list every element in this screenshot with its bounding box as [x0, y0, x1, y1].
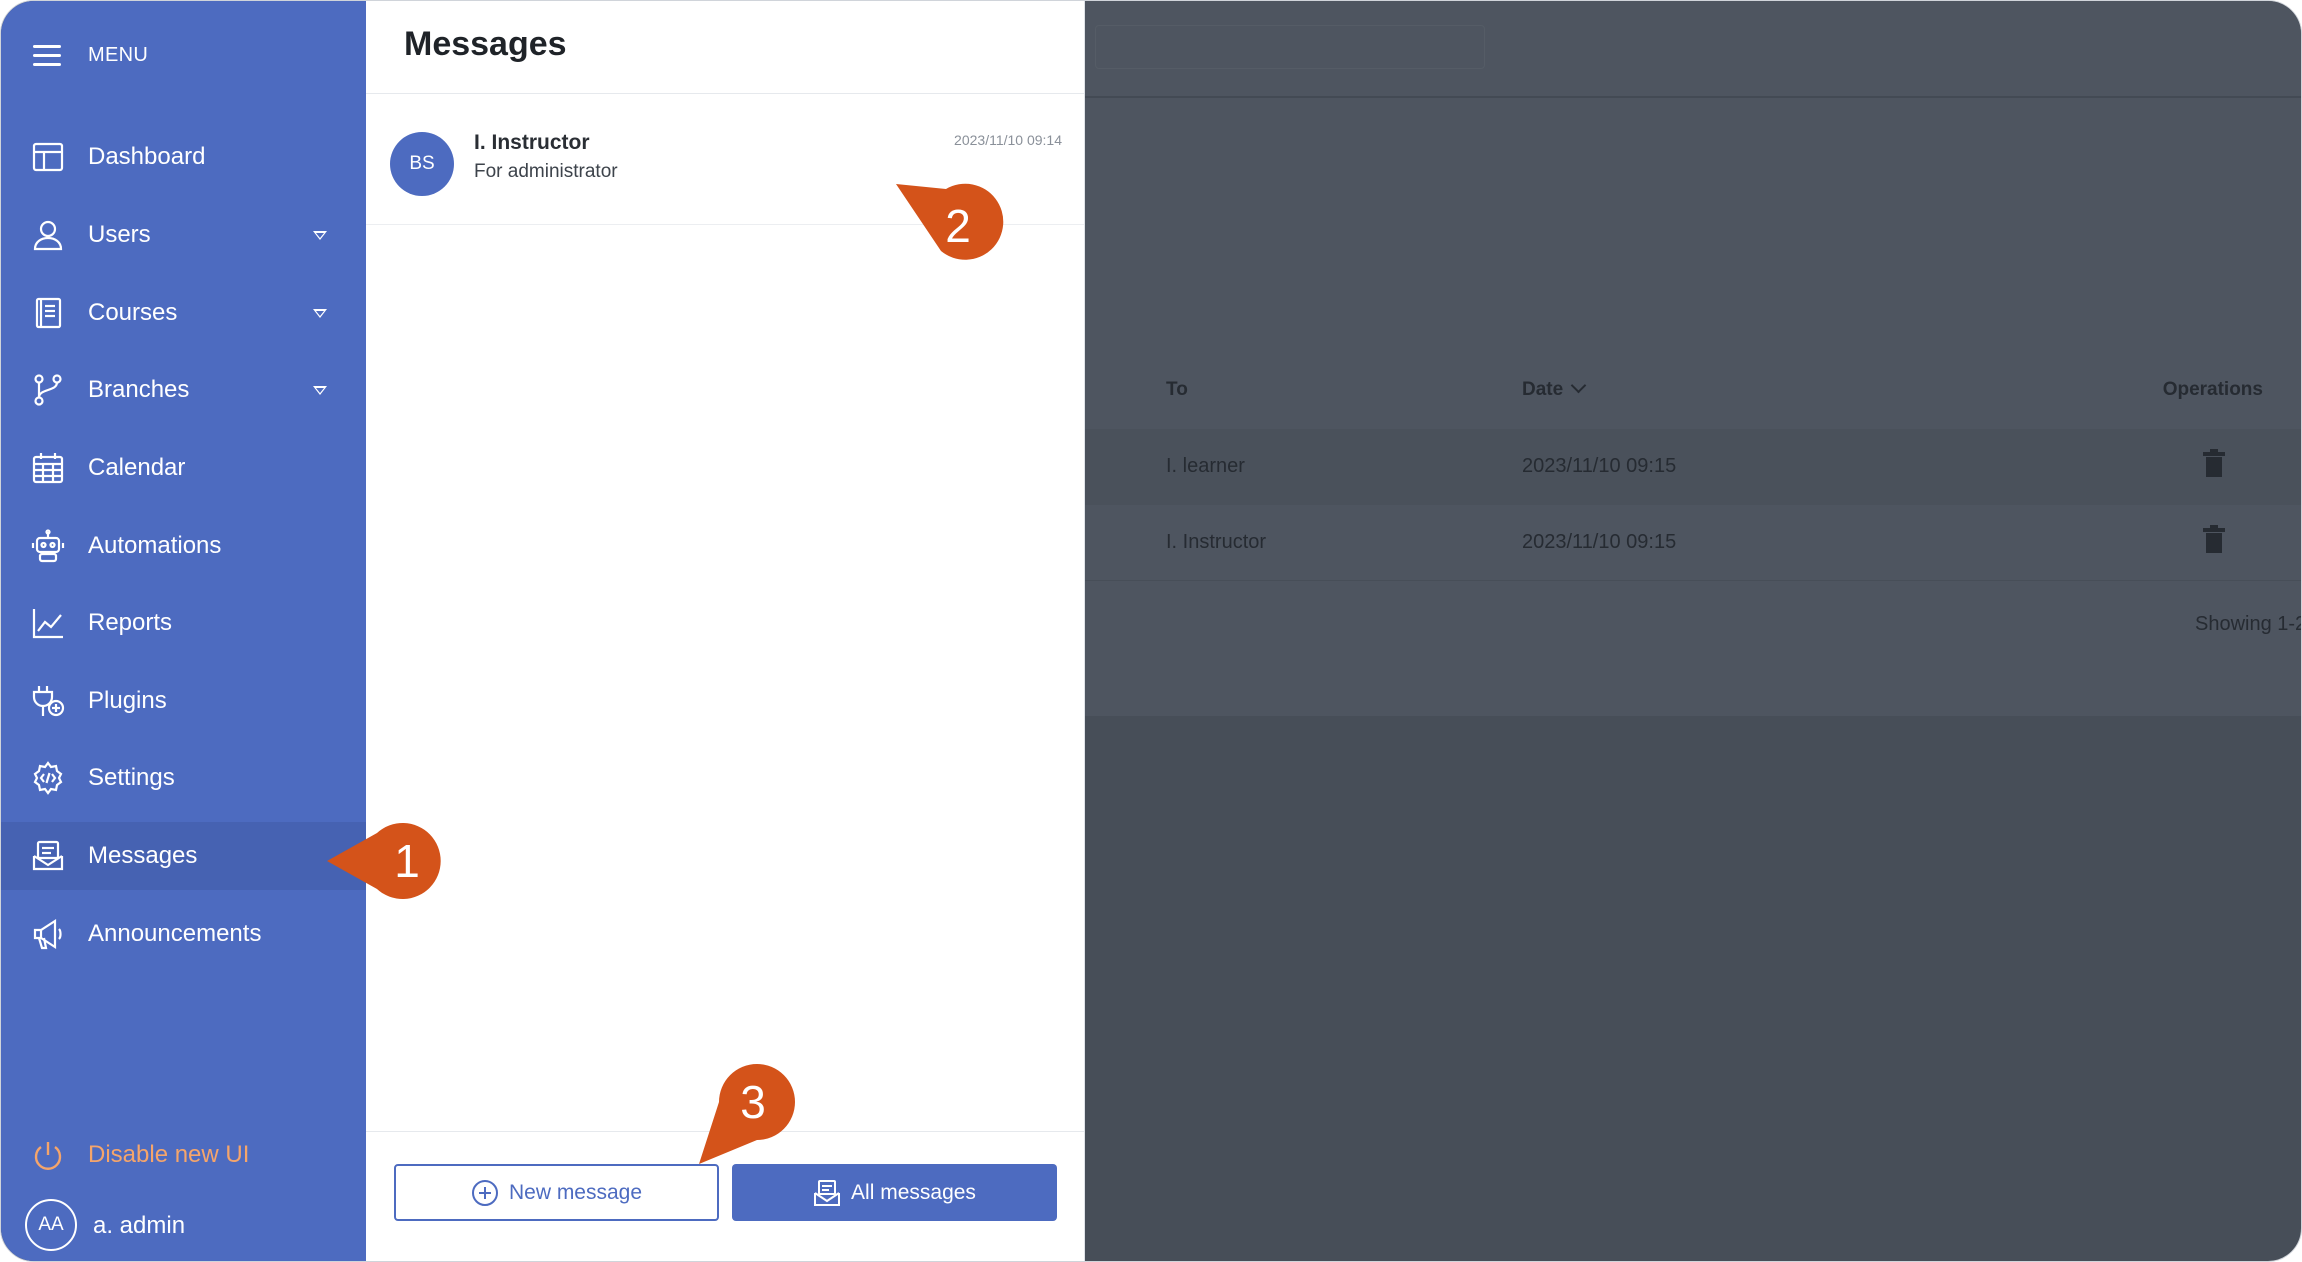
column-header-operations: Operations [2162, 379, 2263, 400]
pagination-summary: Showing 1-2 [2195, 613, 2302, 635]
sidebar-item-messages[interactable]: Messages [1, 822, 366, 890]
cell-date: 2023/11/10 09:15 [1522, 455, 1677, 477]
sidebar: MENU Dashboard Users Courses Branches Ca… [1, 1, 366, 1261]
sort-chevron-icon [1570, 377, 1587, 394]
sidebar-item-calendar[interactable]: Calendar [1, 434, 366, 502]
sidebar-item-label: Announcements [88, 920, 262, 947]
disable-new-ui-label: Disable new UI [88, 1141, 250, 1168]
column-header-date-label: Date [1522, 379, 1564, 400]
plus-circle-icon [471, 1179, 498, 1206]
caret-down-icon [313, 309, 327, 318]
cell-date: 2023/11/10 09:15 [1522, 531, 1677, 553]
sidebar-item-label: Messages [88, 842, 198, 869]
caret-down-icon [313, 386, 327, 395]
callout-number: 1 [394, 835, 420, 887]
sidebar-item-automations[interactable]: Automations [1, 512, 366, 580]
sidebar-item-announcements[interactable]: Announcements [1, 900, 366, 968]
sidebar-item-settings[interactable]: Settings [1, 744, 366, 812]
cell-to: I. Instructor [1166, 531, 1267, 553]
chart-line-icon [31, 606, 65, 640]
dashboard-icon [31, 140, 65, 174]
user-icon [31, 218, 65, 252]
table-row[interactable]: I. Instructor 2023/11/10 09:15 [1085, 505, 2301, 581]
panel-title: Messages [404, 25, 567, 63]
sidebar-item-dashboard[interactable]: Dashboard [1, 123, 366, 191]
trash-icon[interactable] [2203, 525, 2225, 555]
all-messages-button[interactable]: All messages [732, 1164, 1057, 1221]
sidebar-item-label: Reports [88, 609, 173, 636]
sidebar-item-users[interactable]: Users [1, 201, 366, 269]
column-header-date[interactable]: Date [1522, 377, 1587, 401]
background-table-panel [1085, 98, 2301, 716]
sidebar-item-label: Calendar [88, 454, 186, 481]
menu-toggle[interactable]: MENU [33, 43, 148, 67]
plug-icon [31, 684, 65, 718]
menu-label: MENU [88, 43, 149, 66]
callout-3: 3 [697, 1064, 797, 1168]
avatar: AA [25, 1199, 77, 1251]
user-profile[interactable]: AA a. admin [1, 1199, 366, 1253]
envelope-icon [814, 1179, 841, 1206]
user-name: a. admin [93, 1212, 186, 1239]
callout-1: 1 [327, 823, 447, 899]
sidebar-item-label: Plugins [88, 687, 167, 714]
power-icon [31, 1139, 65, 1173]
new-message-button[interactable]: New message [394, 1164, 719, 1221]
sidebar-item-label: Dashboard [88, 143, 206, 170]
message-sender: I. Instructor [474, 131, 590, 154]
robot-icon [31, 529, 65, 563]
calendar-icon [31, 451, 65, 485]
gear-icon [31, 761, 65, 795]
envelope-icon [31, 839, 65, 873]
all-messages-label: All messages [851, 1180, 976, 1204]
message-subject: For administrator [474, 161, 618, 182]
column-header-to: To [1166, 379, 1188, 400]
avatar: BS [390, 132, 454, 196]
disable-new-ui-button[interactable]: Disable new UI [1, 1129, 366, 1183]
branch-icon [31, 373, 65, 407]
background-content: To Date Operations I. learner 2023/11/10… [1085, 1, 2301, 1261]
megaphone-icon [31, 917, 65, 951]
background-search-box [1095, 25, 1485, 69]
hamburger-icon [33, 43, 61, 67]
sidebar-item-reports[interactable]: Reports [1, 589, 366, 657]
sidebar-item-courses[interactable]: Courses [1, 279, 366, 347]
sidebar-item-label: Courses [88, 299, 178, 326]
trash-icon[interactable] [2203, 449, 2225, 479]
caret-down-icon [313, 231, 327, 240]
background-topbar [1085, 1, 2301, 98]
book-icon [31, 296, 65, 330]
table-row[interactable]: I. learner 2023/11/10 09:15 [1085, 429, 2301, 505]
sidebar-item-label: Users [88, 221, 151, 248]
sidebar-item-label: Automations [88, 532, 222, 559]
message-date: 2023/11/10 09:14 [954, 132, 1062, 148]
sidebar-item-label: Settings [88, 764, 175, 791]
sidebar-item-plugins[interactable]: Plugins [1, 667, 366, 735]
sidebar-item-label: Branches [88, 376, 190, 403]
app-window: To Date Operations I. learner 2023/11/10… [0, 0, 2302, 1262]
sidebar-item-branches[interactable]: Branches [1, 356, 366, 424]
new-message-label: New message [508, 1180, 643, 1204]
callout-2: 2 [896, 183, 1008, 266]
cell-to: I. learner [1166, 455, 1245, 477]
callout-number: 2 [945, 200, 971, 252]
callout-number: 3 [740, 1076, 766, 1128]
